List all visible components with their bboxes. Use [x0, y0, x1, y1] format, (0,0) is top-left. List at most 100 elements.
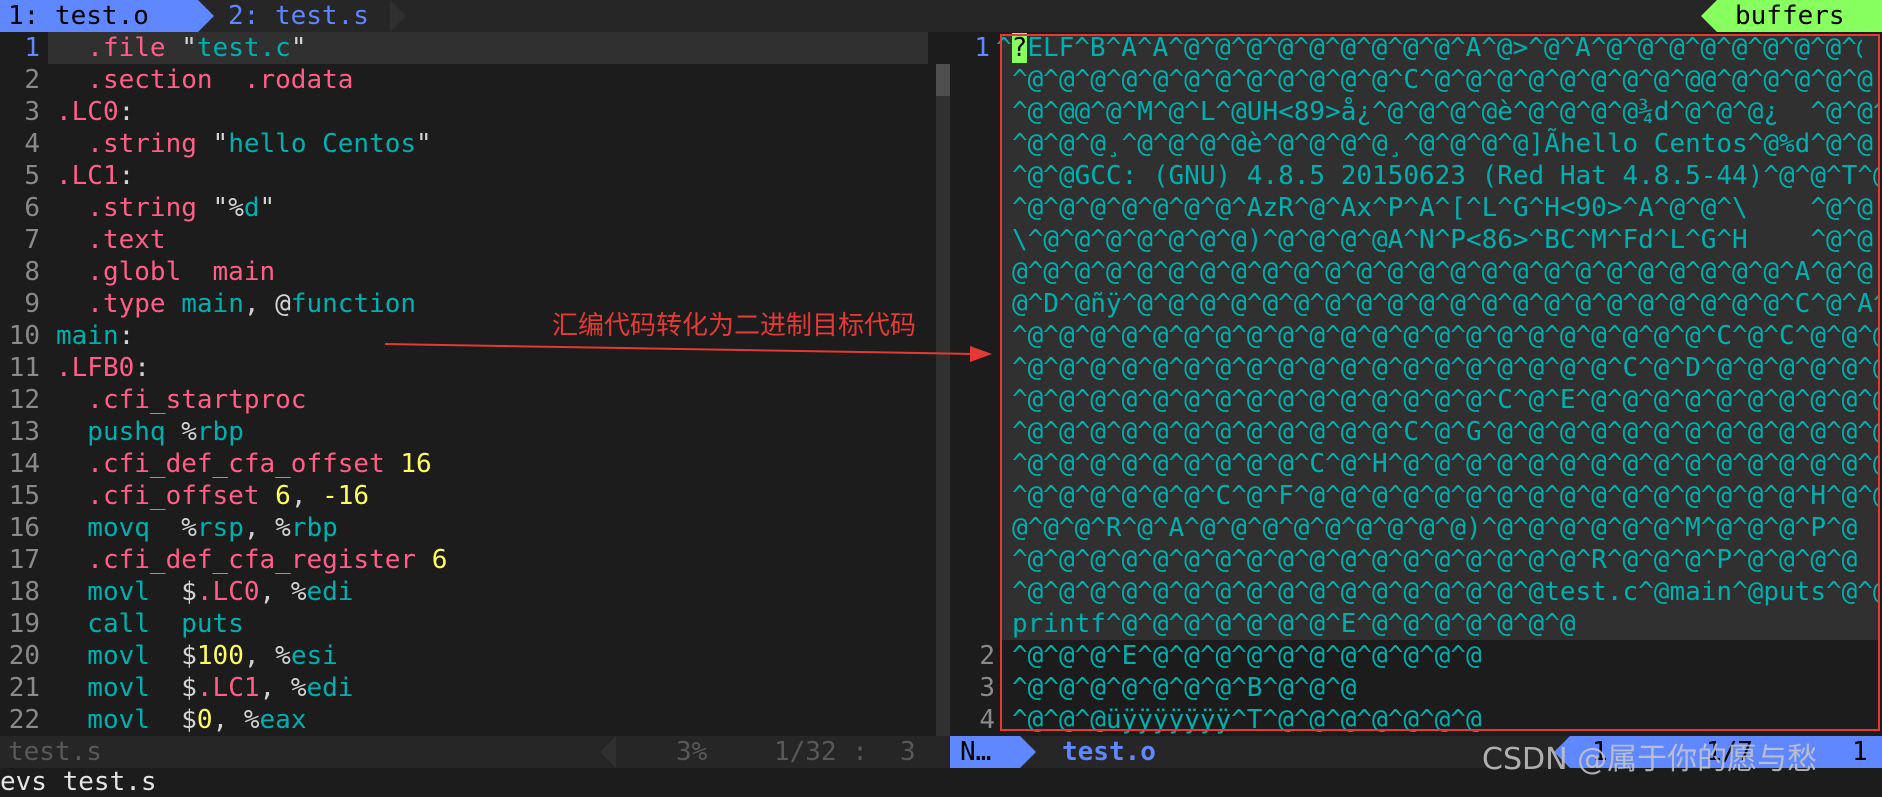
tab-separator-icon — [390, 0, 406, 32]
code-text: .globl main — [56, 256, 275, 288]
code-token: rsp — [196, 513, 244, 543]
code-line[interactable]: 19 call puts — [0, 608, 936, 640]
code-token: .type — [56, 289, 182, 319]
line-number: 10 — [8, 321, 40, 351]
code-token: , % — [243, 513, 291, 543]
line-number: 2 — [979, 641, 995, 671]
code-text: .string "%d" — [56, 192, 275, 224]
code-token: -16 — [322, 481, 370, 511]
code-text: .cfi_def_cfa_offset 16 — [56, 448, 432, 480]
line-number: 3 — [24, 97, 40, 127]
code-line[interactable]: 22 movl $0, %eax — [0, 704, 936, 736]
code-token: 16 — [400, 449, 432, 479]
statusline-left: test.s 3% 1/32 : 3 — [0, 736, 950, 768]
code-token: % — [181, 513, 197, 543]
highlight-box — [1000, 34, 1880, 731]
code-token: .file — [56, 33, 182, 63]
line-number: 15 — [8, 481, 40, 511]
code-token: .LC1 — [56, 161, 119, 191]
code-text: .type main, @function — [56, 288, 416, 320]
code-token: , % — [259, 577, 307, 607]
line-number: 17 — [8, 545, 40, 575]
code-token: " — [212, 129, 229, 159]
code-token: eax — [259, 705, 307, 735]
code-line[interactable]: 1 .file "test.c" — [0, 32, 936, 64]
tab-test-o[interactable]: 1: test.o — [0, 0, 198, 32]
code-text: movq %rsp, %rbp — [56, 512, 338, 544]
buffers-indicator[interactable]: buffers — [1717, 0, 1882, 32]
statusline-filename: test.s — [8, 737, 102, 767]
code-text: .LFB0: — [56, 352, 150, 384]
code-token: movl — [56, 577, 182, 607]
mode-indicator: N… — [950, 736, 1020, 768]
mode-separator-icon — [1020, 736, 1036, 768]
code-line[interactable]: 5 .LC1: — [0, 160, 936, 192]
code-token: .string — [56, 129, 213, 159]
line-number: 21 — [8, 673, 40, 703]
line-number: 11 — [8, 353, 40, 383]
code-token: " — [259, 193, 276, 223]
code-token: .LFB0 — [56, 353, 135, 383]
code-token: $ — [181, 705, 197, 735]
code-text: .section .rodata — [56, 64, 353, 96]
code-token: .globl main — [56, 257, 276, 287]
statusline-column: 3 — [900, 737, 916, 767]
code-line[interactable]: 4 .string "hello Centos" — [0, 128, 936, 160]
code-text: movl $0, %eax — [56, 704, 306, 736]
code-text: movl $.LC1, %edi — [56, 672, 353, 704]
editor-pane-left[interactable]: 1 .file "test.c" 2 .section .rodata 3 .LC0:… — [0, 32, 936, 736]
code-token: rbp — [290, 513, 338, 543]
tab-test-s[interactable]: 2: test.s — [220, 0, 390, 32]
code-token: , @ — [243, 289, 291, 319]
code-token: esi — [290, 641, 338, 671]
code-token: function — [290, 289, 417, 319]
code-line[interactable]: 15 .cfi_offset 6, -16 — [0, 480, 936, 512]
code-line[interactable]: 3 .LC0: — [0, 96, 936, 128]
code-line[interactable]: 17 .cfi_def_cfa_register 6 — [0, 544, 936, 576]
code-token: edi — [306, 673, 354, 703]
code-token: movl — [56, 705, 182, 735]
code-token: hello Centos — [228, 129, 417, 159]
code-token: rbp — [196, 417, 244, 447]
code-token: .string — [56, 193, 213, 223]
code-token: d — [243, 193, 260, 223]
statusline-position: 1/32 : — [774, 737, 868, 767]
code-line[interactable]: 12 .cfi_startproc — [0, 384, 936, 416]
statusline-filename-right: test.o — [1062, 737, 1156, 767]
code-token: 100 — [196, 641, 244, 671]
code-line[interactable]: 21 movl $.LC1, %edi — [0, 672, 936, 704]
code-token: $ — [181, 673, 197, 703]
line-number: 3 — [979, 673, 995, 703]
code-text: .text — [56, 224, 166, 256]
code-token: : — [134, 353, 150, 383]
code-line[interactable]: 13 pushq %rbp — [0, 416, 936, 448]
code-text: .LC1: — [56, 160, 134, 192]
code-line[interactable]: 8 .globl main — [0, 256, 936, 288]
code-line[interactable]: 14 .cfi_def_cfa_offset 16 — [0, 448, 936, 480]
code-line[interactable]: 6 .string "%d" — [0, 192, 936, 224]
code-token: 6 — [431, 545, 448, 575]
code-token: .cfi_def_cfa_offset — [56, 449, 401, 479]
line-number: 16 — [8, 513, 40, 543]
code-token: call puts — [56, 609, 244, 639]
code-text: main: — [56, 320, 134, 352]
code-token: " — [416, 129, 432, 159]
code-line[interactable]: 2 .section .rodata — [0, 64, 936, 96]
scrollbar[interactable] — [936, 64, 950, 736]
code-token: , % — [243, 641, 291, 671]
statusline-separator-icon — [600, 736, 616, 768]
code-token: : — [118, 161, 135, 191]
scrollbar-thumb[interactable] — [936, 64, 950, 96]
code-line[interactable]: 11 .LFB0: — [0, 352, 936, 384]
code-token: .text — [56, 225, 166, 255]
code-line[interactable]: 7 .text — [0, 224, 936, 256]
code-text: pushq %rbp — [56, 416, 244, 448]
code-line[interactable]: 20 movl $100, %esi — [0, 640, 936, 672]
buffers-separator-icon — [1701, 0, 1717, 32]
line-number: 1 — [24, 33, 40, 63]
code-line[interactable]: 18 movl $.LC0, %edi — [0, 576, 936, 608]
code-line[interactable]: 16 movq %rsp, %rbp — [0, 512, 936, 544]
code-token: 0 — [196, 705, 213, 735]
code-token: .LC1 — [196, 673, 260, 703]
code-text: movl $100, %esi — [56, 640, 338, 672]
